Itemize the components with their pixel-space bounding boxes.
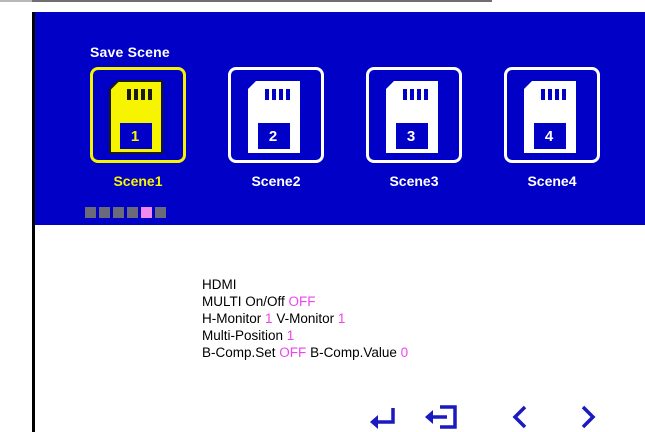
scene-number: 4	[544, 128, 554, 145]
scene-label: Scene3	[389, 173, 439, 189]
page-dot	[113, 207, 124, 218]
info-multi-position: Multi-Position 1	[202, 328, 295, 343]
page-title: Save Scene	[90, 44, 170, 60]
exit-button[interactable]	[422, 402, 462, 432]
top-divider-dark	[32, 0, 492, 2]
page-dot	[155, 207, 166, 218]
scene-number: 2	[268, 128, 278, 145]
bcomp-value: 0	[400, 345, 409, 360]
enter-icon	[370, 408, 395, 429]
info-monitors: H-Monitor 1 V-Monitor 1	[202, 311, 346, 326]
scene-label: Scene1	[113, 173, 163, 189]
page-dot	[127, 207, 138, 218]
page-indicator	[85, 207, 166, 219]
previous-button[interactable]	[508, 402, 532, 432]
bcomp-set-value: OFF	[279, 345, 307, 360]
scene-number: 1	[130, 128, 140, 145]
v-monitor-value: 1	[337, 311, 346, 326]
page-dot	[99, 207, 110, 218]
scene-label: Scene2	[251, 173, 301, 189]
multi-value: OFF	[288, 294, 316, 309]
scene-number: 3	[406, 128, 416, 145]
multi-position-value: 1	[286, 328, 295, 343]
h-monitor-value: 1	[265, 311, 273, 326]
enter-button[interactable]	[367, 402, 401, 432]
scene-info: HDMI MULTI On/Off OFF H-Monitor 1 V-Moni…	[202, 276, 408, 361]
info-source: HDMI	[202, 277, 237, 292]
chevron-right-icon	[581, 405, 596, 429]
page-dot	[85, 207, 96, 218]
exit-icon	[425, 405, 457, 429]
info-bcomp: B-Comp.Set OFF B-Comp.Value 0	[202, 345, 409, 360]
chevron-left-icon	[512, 405, 527, 429]
scene-label: Scene4	[527, 173, 577, 189]
scene-header: Save Scene 1 Scene1 2 Scene2 3 Scene3 4 …	[35, 12, 645, 225]
osd-panel: Save Scene 1 Scene1 2 Scene2 3 Scene3 4 …	[32, 12, 645, 432]
next-button[interactable]	[576, 402, 600, 432]
page-dot	[141, 207, 152, 218]
info-multi: MULTI On/Off OFF	[202, 294, 316, 309]
